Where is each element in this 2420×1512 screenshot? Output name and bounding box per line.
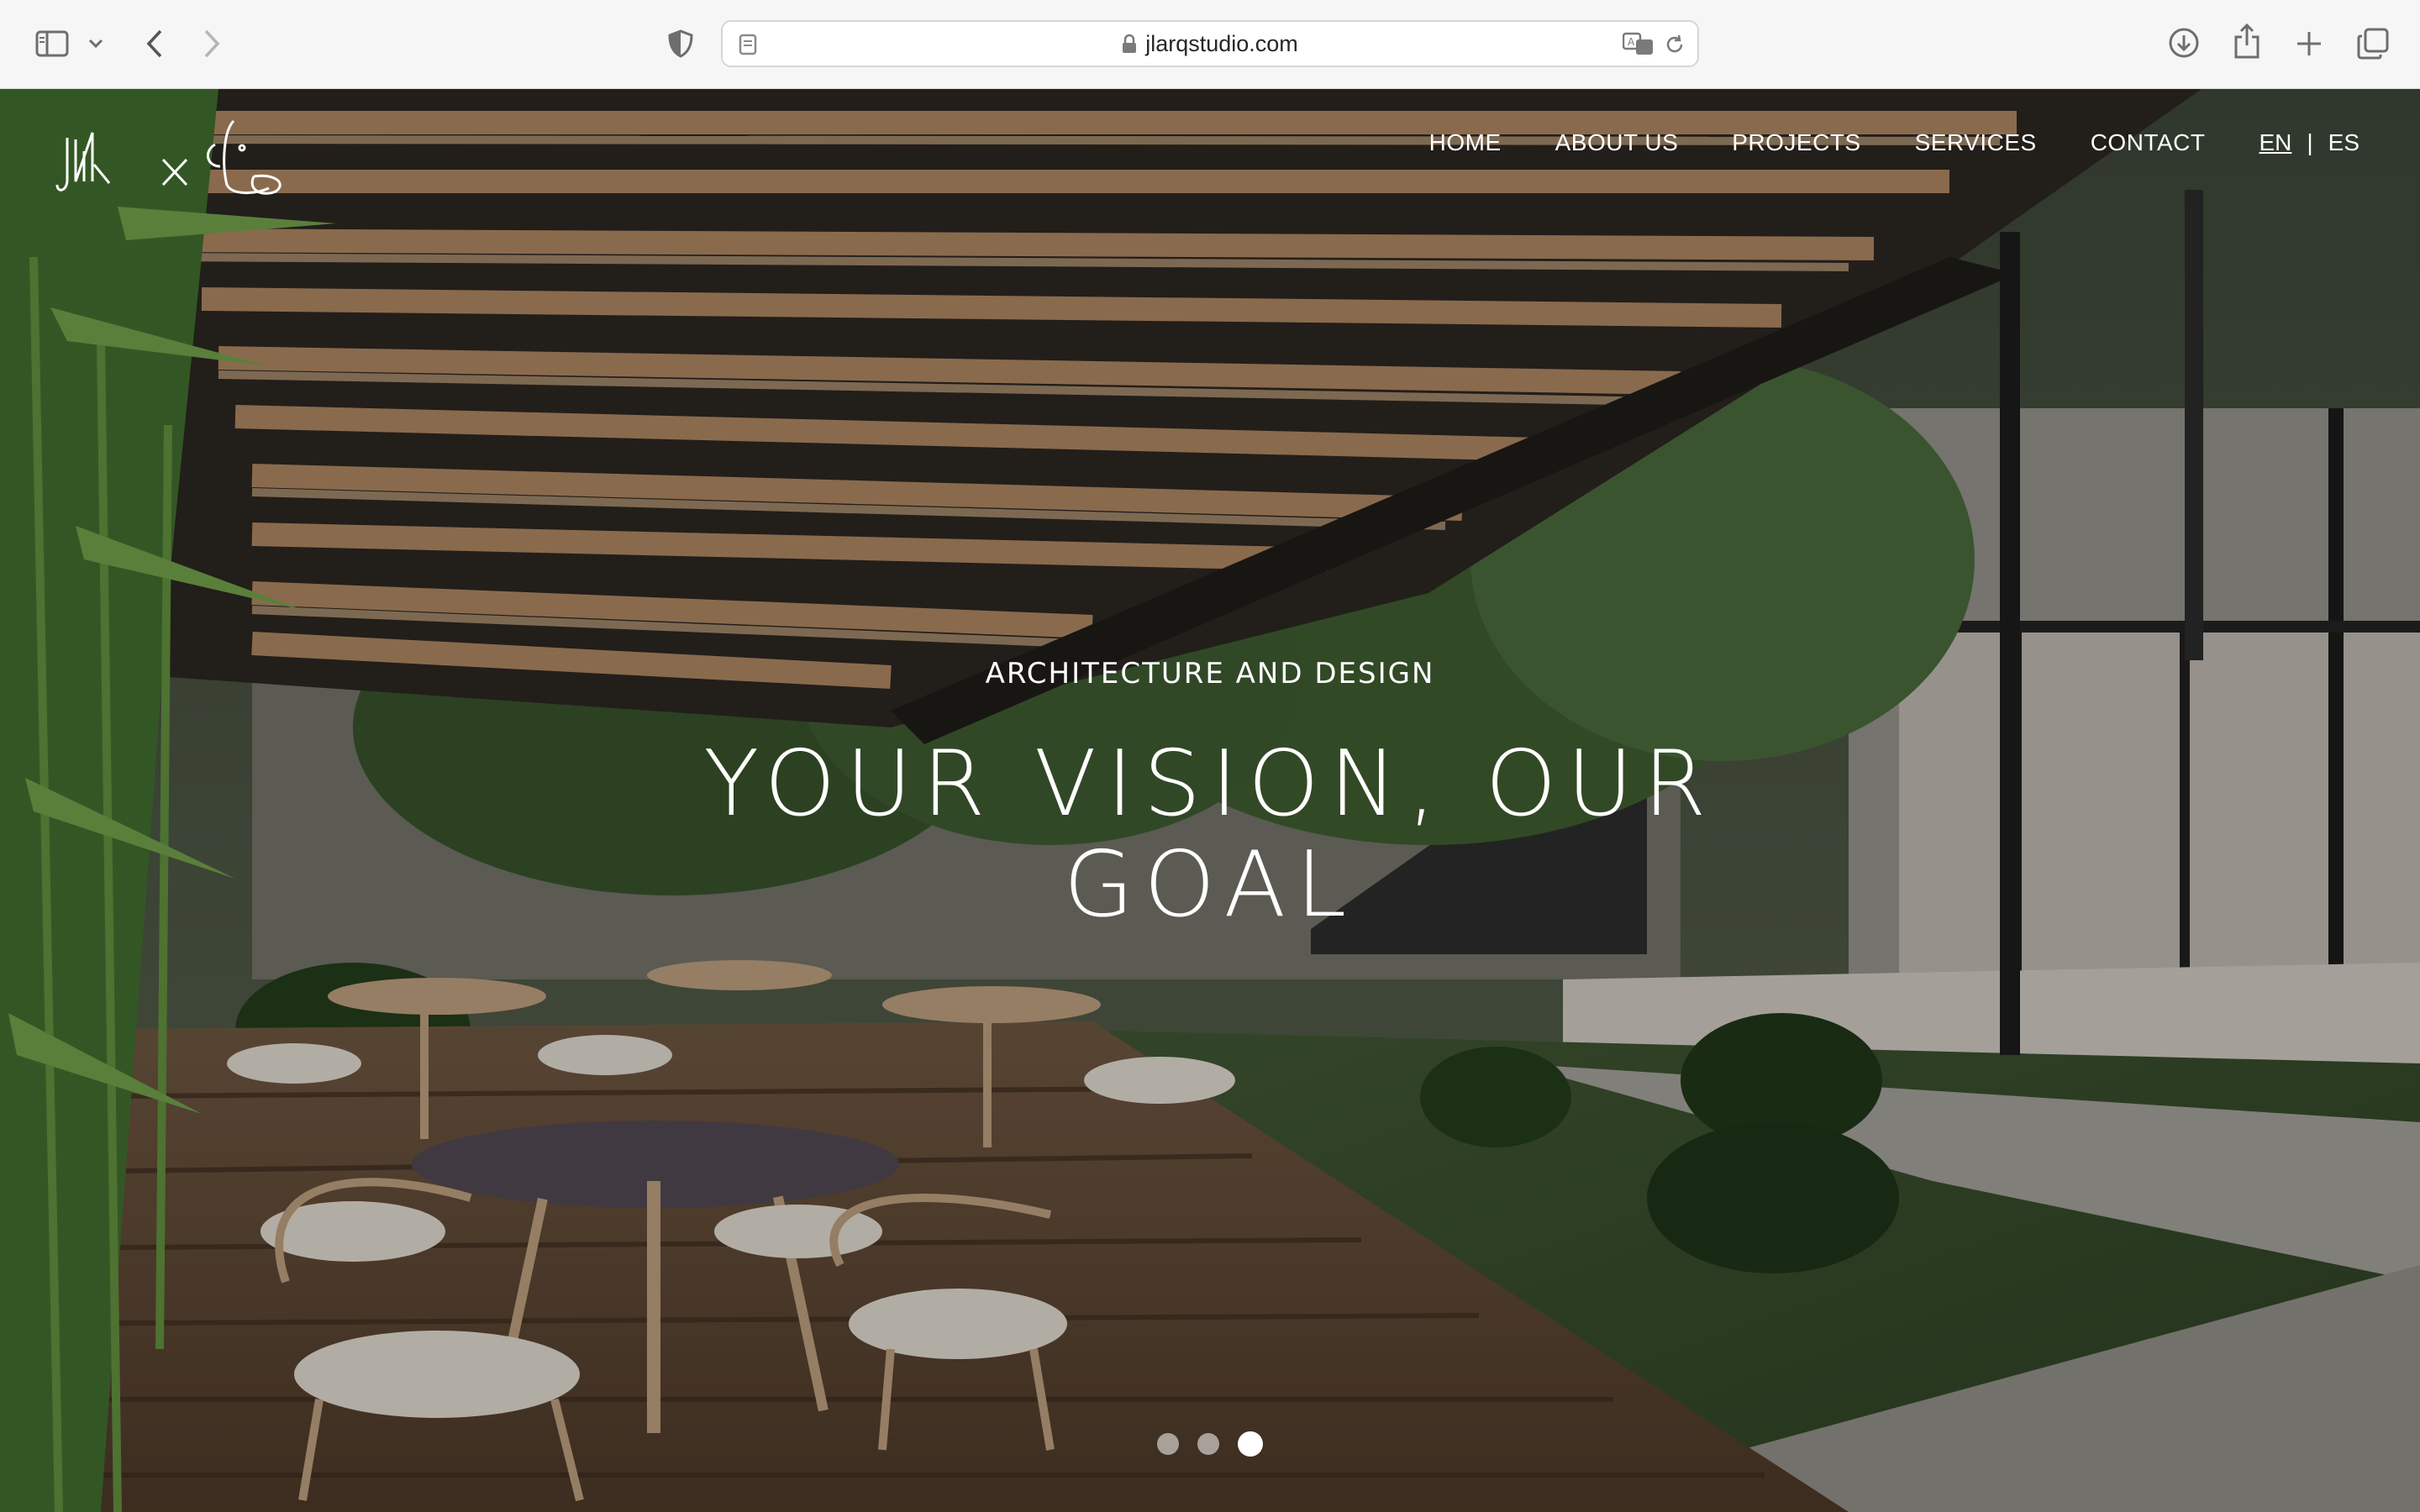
main-nav: HOME ABOUT US PROJECTS SERVICES CONTACT … <box>1429 129 2360 156</box>
nav-projects[interactable]: PROJECTS <box>1732 129 1860 156</box>
lock-icon <box>1122 34 1137 54</box>
download-icon[interactable] <box>2166 25 2202 60</box>
slider-dot-1[interactable] <box>1157 1433 1179 1455</box>
hero-title: YOUR VISION, OUR GOAL <box>703 732 1717 937</box>
hero-section: HOME ABOUT US PROJECTS SERVICES CONTACT … <box>0 89 2420 1512</box>
nav-about-us[interactable]: ABOUT US <box>1555 129 1679 156</box>
slider-pagination <box>0 1431 2420 1457</box>
address-bar[interactable]: jlarqstudio.com A <box>721 20 1699 67</box>
browser-toolbar: jlarqstudio.com A <box>0 0 2420 89</box>
slider-dot-3[interactable] <box>1238 1431 1263 1457</box>
reload-icon[interactable] <box>1662 32 1687 57</box>
chevron-left-icon[interactable] <box>139 25 170 62</box>
translate-icon[interactable]: A <box>1622 30 1655 59</box>
lang-separator: | <box>2307 129 2313 155</box>
share-icon[interactable] <box>2230 22 2264 60</box>
chevron-right-icon[interactable] <box>197 25 227 62</box>
jl-logo-icon <box>55 119 281 195</box>
nav-contact[interactable]: CONTACT <box>2091 129 2206 156</box>
plus-icon[interactable] <box>2292 27 2326 60</box>
slider-dot-2[interactable] <box>1197 1433 1219 1455</box>
tabs-overview-icon[interactable] <box>2354 25 2391 62</box>
hero-kicker: ARCHITECTURE AND DESIGN <box>985 657 1435 690</box>
sidebar-icon[interactable] <box>34 29 71 59</box>
url-display[interactable]: jlarqstudio.com <box>723 22 1697 66</box>
lang-en-link[interactable]: EN <box>2259 129 2291 156</box>
lang-es-link[interactable]: ES <box>2328 129 2360 156</box>
language-switcher: EN | ES <box>2259 129 2360 156</box>
chevron-down-icon[interactable] <box>86 34 106 54</box>
svg-text:A: A <box>1628 36 1635 48</box>
shield-icon[interactable] <box>664 27 697 60</box>
nav-home[interactable]: HOME <box>1429 129 1502 156</box>
url-text: jlarqstudio.com <box>1145 30 1298 56</box>
nav-services[interactable]: SERVICES <box>1915 129 2037 156</box>
site-logo[interactable] <box>55 114 299 198</box>
